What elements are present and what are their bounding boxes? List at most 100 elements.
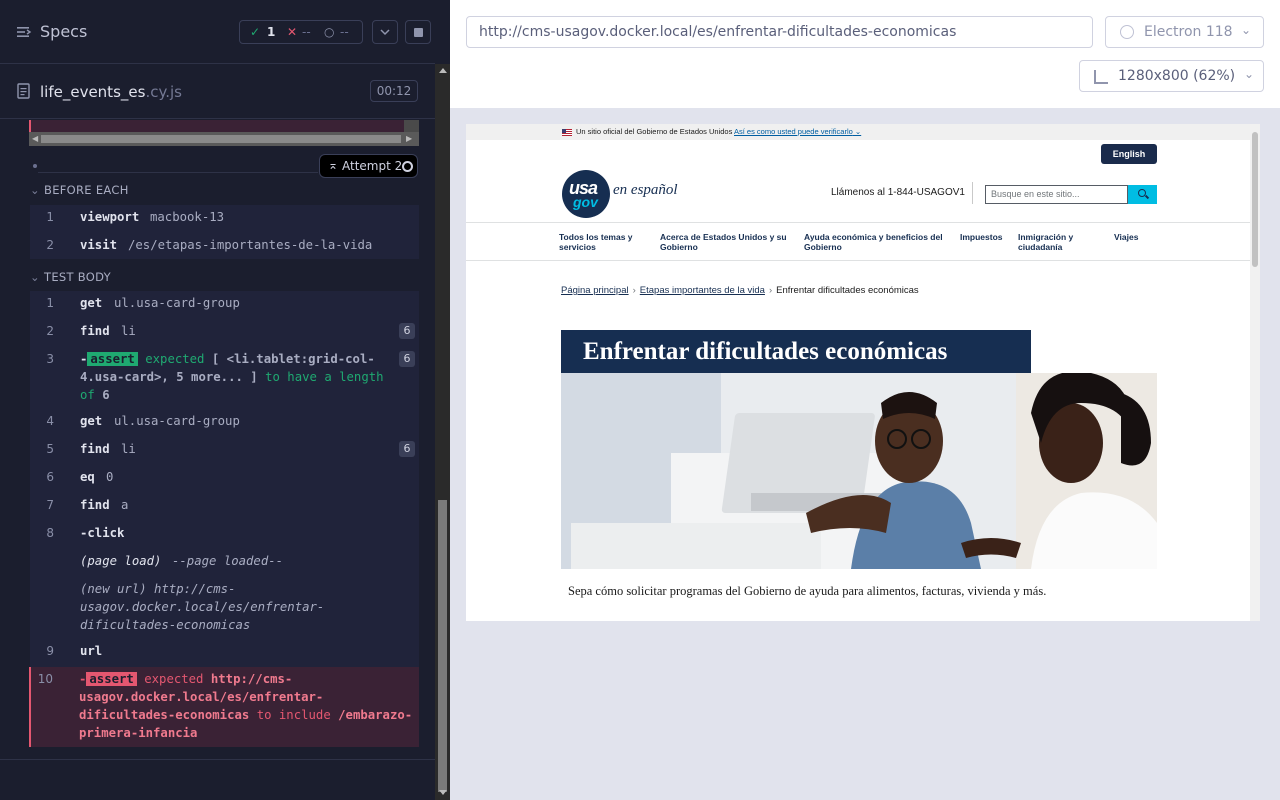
assert-message: - assert expected [ <li.tablet:grid-col-4… xyxy=(80,350,400,404)
element-count-badge: 6 xyxy=(399,323,415,339)
command-name: viewport xyxy=(80,210,140,224)
assert-expected: expected xyxy=(145,352,205,366)
before-each-title: BEFORE EACH xyxy=(44,183,129,197)
scroll-up-icon[interactable] xyxy=(439,68,447,73)
collapse-icon: ⌅ xyxy=(328,158,339,172)
nav-item-viajes[interactable]: Viajes xyxy=(1114,232,1154,242)
command-name: find xyxy=(80,498,110,512)
reporter-scrollbar[interactable] xyxy=(435,64,450,800)
command-message: /es/etapas-importantes-de-la-vida xyxy=(128,238,373,252)
usagov-logo[interactable]: usa gov xyxy=(562,170,610,218)
event-name: (new url) xyxy=(80,582,147,596)
command-message: macbook-13 xyxy=(150,210,225,224)
search-button[interactable] xyxy=(1128,185,1157,204)
main-nav: Todos los temas y servicios Acerca de Es… xyxy=(466,222,1250,261)
test-body-header[interactable]: ⌄ TEST BODY xyxy=(30,270,111,284)
command-name: get xyxy=(80,296,103,310)
breadcrumb-home[interactable]: Página principal xyxy=(561,285,629,296)
command-name: visit xyxy=(80,238,118,252)
stop-button[interactable] xyxy=(405,20,431,44)
reporter-scrollbar-thumb[interactable] xyxy=(438,500,447,792)
pending-count: -- xyxy=(340,25,349,39)
command-name: get xyxy=(80,414,103,428)
phone-number[interactable]: Llámenos al 1-844-USAGOV1 xyxy=(831,187,965,198)
scroll-right-icon: ▶ xyxy=(406,134,413,143)
inner-scrollbar[interactable] xyxy=(404,120,419,132)
breadcrumb-separator-icon: › xyxy=(768,285,773,296)
gov-banner: Un sitio oficial del Gobierno de Estados… xyxy=(466,124,1250,140)
scroll-down-icon[interactable] xyxy=(439,790,447,795)
running-spinner-icon xyxy=(402,161,413,172)
page-title: Enfrentar dificultades económicas xyxy=(583,338,948,365)
command-number: 8 xyxy=(46,526,54,540)
before-each-header[interactable]: ⌄ BEFORE EACH xyxy=(30,183,129,197)
search-icon-handle xyxy=(1144,194,1150,200)
command-name: find xyxy=(80,324,110,338)
horizontal-scrollbar-thumb[interactable] xyxy=(41,135,401,143)
aut-iframe: Un sitio oficial del Gobierno de Estados… xyxy=(466,124,1260,621)
browser-label: Electron 118 xyxy=(1144,24,1233,40)
nav-item-acerca[interactable]: Acerca de Estados Unidos y su Gobierno xyxy=(660,232,790,252)
command-number: 7 xyxy=(46,498,54,512)
logo-espanol[interactable]: en español xyxy=(613,182,678,199)
page-scrollbar[interactable] xyxy=(1250,124,1260,621)
horizontal-scrollbar[interactable]: ◀ ▶ xyxy=(29,132,419,146)
failed-icon: ✕ xyxy=(287,25,298,39)
page-scrollbar-thumb[interactable] xyxy=(1252,132,1258,267)
command-log: ◀ ▶ ⌅ Attempt 2 ⌄ BEFORE EACH 1 viewport … xyxy=(0,120,435,760)
element-count-badge: 6 xyxy=(399,351,415,367)
command-number: 2 xyxy=(46,238,54,252)
nav-item-inmigracion[interactable]: Inmigración y ciudadanía xyxy=(1018,232,1098,252)
command-row-assert-fail[interactable]: 10 - assert expected http://cms-usagov.do… xyxy=(29,667,419,747)
ruler-icon xyxy=(1094,70,1108,84)
url-bar[interactable]: http://cms-usagov.docker.local/es/enfren… xyxy=(466,16,1093,48)
collapse-all-button[interactable] xyxy=(372,20,398,44)
nav-item-ayuda[interactable]: Ayuda económica y beneficios del Gobiern… xyxy=(804,232,949,252)
spec-duration: 00:12 xyxy=(370,80,418,102)
breadcrumb-parent[interactable]: Etapas importantes de la vida xyxy=(640,285,765,296)
command-number: 4 xyxy=(46,414,54,428)
command-number: 9 xyxy=(46,644,54,658)
divider xyxy=(0,759,435,760)
command-number: 1 xyxy=(46,210,54,224)
scroll-left-icon: ◀ xyxy=(32,134,39,143)
spec-file-row[interactable]: life_events_es.cy.js 00:12 xyxy=(0,65,435,119)
aut-header: http://cms-usagov.docker.local/es/enfren… xyxy=(450,0,1280,108)
logo-gov-text: gov xyxy=(573,194,598,210)
command-row-event[interactable]: (new url) http://cms-usagov.docker.local… xyxy=(30,580,419,636)
specs-list-icon[interactable] xyxy=(16,24,32,40)
attempt-label: Attempt 2 xyxy=(342,159,403,173)
electron-icon xyxy=(1120,25,1134,39)
command-name: find xyxy=(80,442,110,456)
before-each-commands: 1 viewport macbook-13 2 visit /es/etapas… xyxy=(30,205,419,259)
command-number: 1 xyxy=(46,296,54,310)
nav-item-impuestos[interactable]: Impuestos xyxy=(960,232,1015,242)
element-count-badge: 6 xyxy=(399,441,415,457)
browser-selector[interactable]: Electron 118 ⌄ xyxy=(1105,16,1264,48)
chevron-down-icon xyxy=(380,29,390,36)
assert-fail-pill: assert xyxy=(86,672,137,686)
aut-panel: http://cms-usagov.docker.local/es/enfren… xyxy=(450,0,1280,800)
breadcrumb-separator-icon: › xyxy=(632,285,636,296)
search-input[interactable]: Busque en este sitio... xyxy=(985,185,1128,204)
command-row-assert-pass[interactable]: 3 - assert expected [ <li.tablet:grid-col… xyxy=(30,350,419,406)
viewport-info-button[interactable]: 1280x800 (62%) ⌄ xyxy=(1079,60,1264,92)
gov-banner-link[interactable]: Así es como usted puede verificarlo ⌄ xyxy=(734,127,861,136)
specs-title[interactable]: Specs xyxy=(40,22,87,41)
spec-file-ext: .cy.js xyxy=(145,83,182,101)
command-name: -click xyxy=(80,526,125,540)
english-button[interactable]: English xyxy=(1101,144,1157,164)
attempt-dot xyxy=(33,164,37,168)
command-name: url xyxy=(80,644,103,658)
command-number: 6 xyxy=(46,470,54,484)
breadcrumb-current: Enfrentar dificultades económicas xyxy=(776,285,919,296)
nav-item-todos[interactable]: Todos los temas y servicios xyxy=(559,232,644,252)
stop-icon xyxy=(414,28,423,37)
assert-pass-pill: assert xyxy=(87,352,138,366)
pending-icon: ○ xyxy=(324,25,335,39)
previous-error-strip xyxy=(29,120,419,132)
command-message: 0 xyxy=(106,470,114,484)
attempt-tag[interactable]: ⌅ Attempt 2 xyxy=(319,154,418,178)
breadcrumb: Página principal › Etapas importantes de l… xyxy=(561,285,919,296)
divider xyxy=(38,172,318,173)
